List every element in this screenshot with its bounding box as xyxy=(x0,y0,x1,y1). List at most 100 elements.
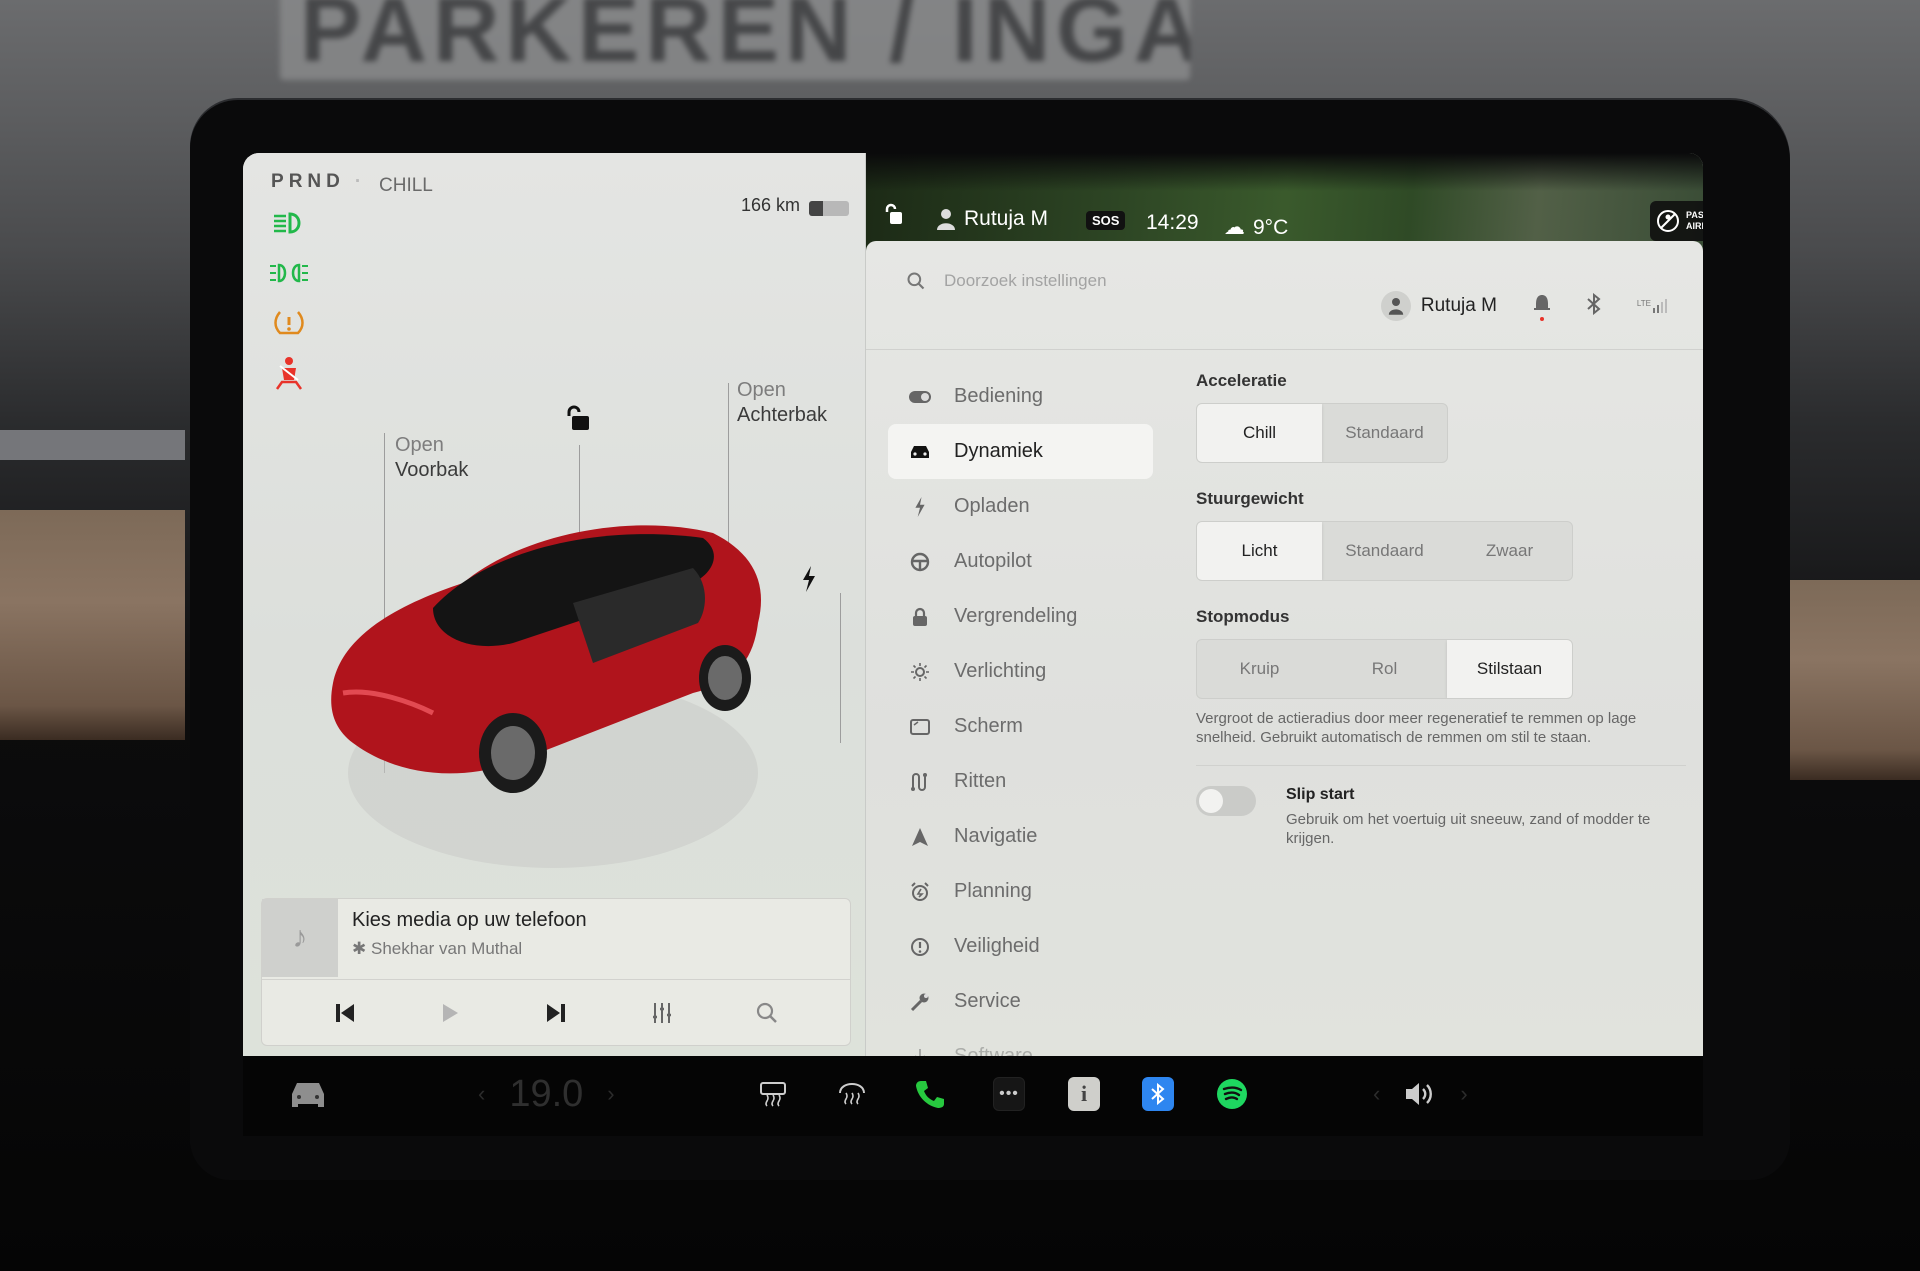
acceleration-selector: Chill Standaard xyxy=(1196,403,1448,463)
rear-rim xyxy=(708,656,742,700)
menu-item-veiligheid[interactable]: Veiligheid xyxy=(888,919,1153,974)
temperature-value[interactable]: 19.0 xyxy=(509,1073,583,1116)
light-icon xyxy=(908,662,932,682)
acceleration-option-standaard[interactable]: Standaard xyxy=(1322,404,1447,462)
settings-search-input[interactable] xyxy=(944,271,1244,291)
bluetooth-icon xyxy=(1142,1077,1174,1111)
slip-start-toggle[interactable] xyxy=(1196,786,1256,816)
menu-item-autopilot[interactable]: Autopilot xyxy=(888,534,1153,589)
user-icon xyxy=(937,209,955,230)
sos-button[interactable]: SOS xyxy=(1086,211,1126,230)
touchscreen: PRND · CHILL 166 km Open Voorbak Open Ac… xyxy=(243,153,1703,1056)
clock: 14:29 xyxy=(1146,211,1199,234)
previous-icon xyxy=(335,1003,354,1022)
signal-bar xyxy=(1657,305,1659,313)
menu-item-planning[interactable]: Planning xyxy=(888,864,1153,919)
equalizer-icon xyxy=(652,1002,671,1023)
stop-mode-title: Stopmodus xyxy=(1196,607,1290,626)
equalizer-button[interactable] xyxy=(642,993,682,1033)
charge-port-icon[interactable] xyxy=(801,566,817,597)
open-frunk-pre: Open xyxy=(395,434,444,456)
settings-profile-button[interactable]: Rutuja M xyxy=(1380,291,1497,321)
menu-item-bediening[interactable]: Bediening xyxy=(888,369,1153,424)
temp-decrease-button[interactable]: ‹ xyxy=(478,1081,485,1107)
menu-item-service[interactable]: Service xyxy=(888,974,1153,1029)
lock-status-button[interactable] xyxy=(884,203,904,225)
menu-item-navigatie[interactable]: Navigatie xyxy=(888,809,1153,864)
volume-down-button[interactable]: ‹ xyxy=(1373,1081,1380,1107)
temp-increase-button[interactable]: › xyxy=(607,1081,614,1107)
settings-search[interactable] xyxy=(906,271,1244,291)
passenger-airbag-indicator: PASSENGER AIRBAG ON xyxy=(1650,201,1703,241)
car-unlock-icon[interactable] xyxy=(563,405,591,436)
navigation-icon xyxy=(908,827,932,846)
menu-item-dynamiek[interactable]: Dynamiek xyxy=(888,424,1153,479)
manual-icon: i xyxy=(1068,1077,1100,1111)
car-icon xyxy=(908,444,932,460)
menu-label: Scherm xyxy=(954,715,1023,737)
next-track-button[interactable] xyxy=(536,993,576,1033)
settings-user-name: Rutuja M xyxy=(1420,295,1497,316)
bluetooth-app-button[interactable] xyxy=(1142,1074,1174,1114)
open-frunk-label: Voorbak xyxy=(395,459,469,481)
background-trim xyxy=(0,430,185,460)
dashboard-wood-right xyxy=(1790,580,1920,780)
rear-defrost-button[interactable] xyxy=(758,1074,788,1114)
steering-title: Stuurgewicht xyxy=(1196,489,1304,508)
acceleration-option-chill[interactable]: Chill xyxy=(1197,404,1322,462)
search-icon xyxy=(757,1002,778,1023)
menu-label: Bediening xyxy=(954,385,1043,407)
menu-item-verlichting[interactable]: Verlichting xyxy=(888,644,1153,699)
open-trunk-button[interactable]: Open Achterbak xyxy=(737,378,827,428)
car-model-image[interactable] xyxy=(313,513,783,873)
search-icon xyxy=(907,272,925,290)
tire-pressure-warning-icon xyxy=(269,308,309,338)
stop-mode-option-rol[interactable]: Rol xyxy=(1322,640,1447,698)
more-apps-button[interactable]: ••• xyxy=(993,1074,1025,1114)
spotify-button[interactable] xyxy=(1216,1074,1248,1114)
menu-item-software[interactable]: Software xyxy=(888,1029,1153,1056)
menu-label: Software xyxy=(954,1045,1033,1056)
bluetooth-status-button[interactable] xyxy=(1587,292,1601,320)
steering-selector: Licht Standaard Zwaar xyxy=(1196,521,1573,581)
owners-manual-button[interactable]: i xyxy=(1068,1074,1100,1114)
menu-label: Veiligheid xyxy=(954,935,1040,957)
open-frunk-button[interactable]: Open Voorbak xyxy=(395,433,468,483)
signal-bar xyxy=(1653,308,1655,313)
stop-mode-option-kruip[interactable]: Kruip xyxy=(1197,640,1322,698)
media-search-button[interactable] xyxy=(747,993,787,1033)
volume-up-button[interactable]: › xyxy=(1460,1081,1467,1107)
stop-mode-option-stilstaan[interactable]: Stilstaan xyxy=(1447,640,1572,698)
bluetooth-icon xyxy=(1587,292,1601,315)
phone-button[interactable] xyxy=(915,1074,945,1114)
steering-option-standaard[interactable]: Standaard xyxy=(1322,522,1447,580)
avatar xyxy=(1380,291,1411,321)
steering-option-licht[interactable]: Licht xyxy=(1197,522,1322,580)
play-button[interactable] xyxy=(430,993,470,1033)
battery-fill xyxy=(809,201,823,216)
alarm-clock-icon xyxy=(908,881,932,902)
driver-profile-button[interactable]: Rutuja M xyxy=(936,207,1048,231)
lte-signal: LTE xyxy=(1637,299,1667,313)
volume-icon[interactable] xyxy=(1404,1080,1436,1108)
car-status-panel: PRND · CHILL 166 km Open Voorbak Open Ac… xyxy=(243,153,866,1056)
cloud-icon: ☁ xyxy=(1224,216,1245,239)
front-rim xyxy=(491,726,535,780)
car-controls-button[interactable] xyxy=(288,1074,328,1114)
range-readout: 166 km xyxy=(741,195,801,215)
front-defrost-button[interactable] xyxy=(837,1074,867,1114)
menu-item-scherm[interactable]: Scherm xyxy=(888,699,1153,754)
previous-track-button[interactable] xyxy=(325,993,365,1033)
menu-item-vergrendeling[interactable]: Vergrendeling xyxy=(888,589,1153,644)
toggle-icon xyxy=(908,390,932,403)
notifications-button[interactable] xyxy=(1533,293,1551,321)
gear-d: D xyxy=(326,171,345,192)
media-title[interactable]: Kies media op uw telefoon xyxy=(352,909,587,932)
bolt-icon xyxy=(908,496,932,517)
lock-icon xyxy=(908,607,932,627)
bluetooth-icon: ✱ xyxy=(352,939,367,958)
menu-item-ritten[interactable]: Ritten xyxy=(888,754,1153,809)
status-user-name: Rutuja M xyxy=(964,207,1049,230)
steering-option-zwaar[interactable]: Zwaar xyxy=(1447,522,1572,580)
menu-item-opladen[interactable]: Opladen xyxy=(888,479,1153,534)
